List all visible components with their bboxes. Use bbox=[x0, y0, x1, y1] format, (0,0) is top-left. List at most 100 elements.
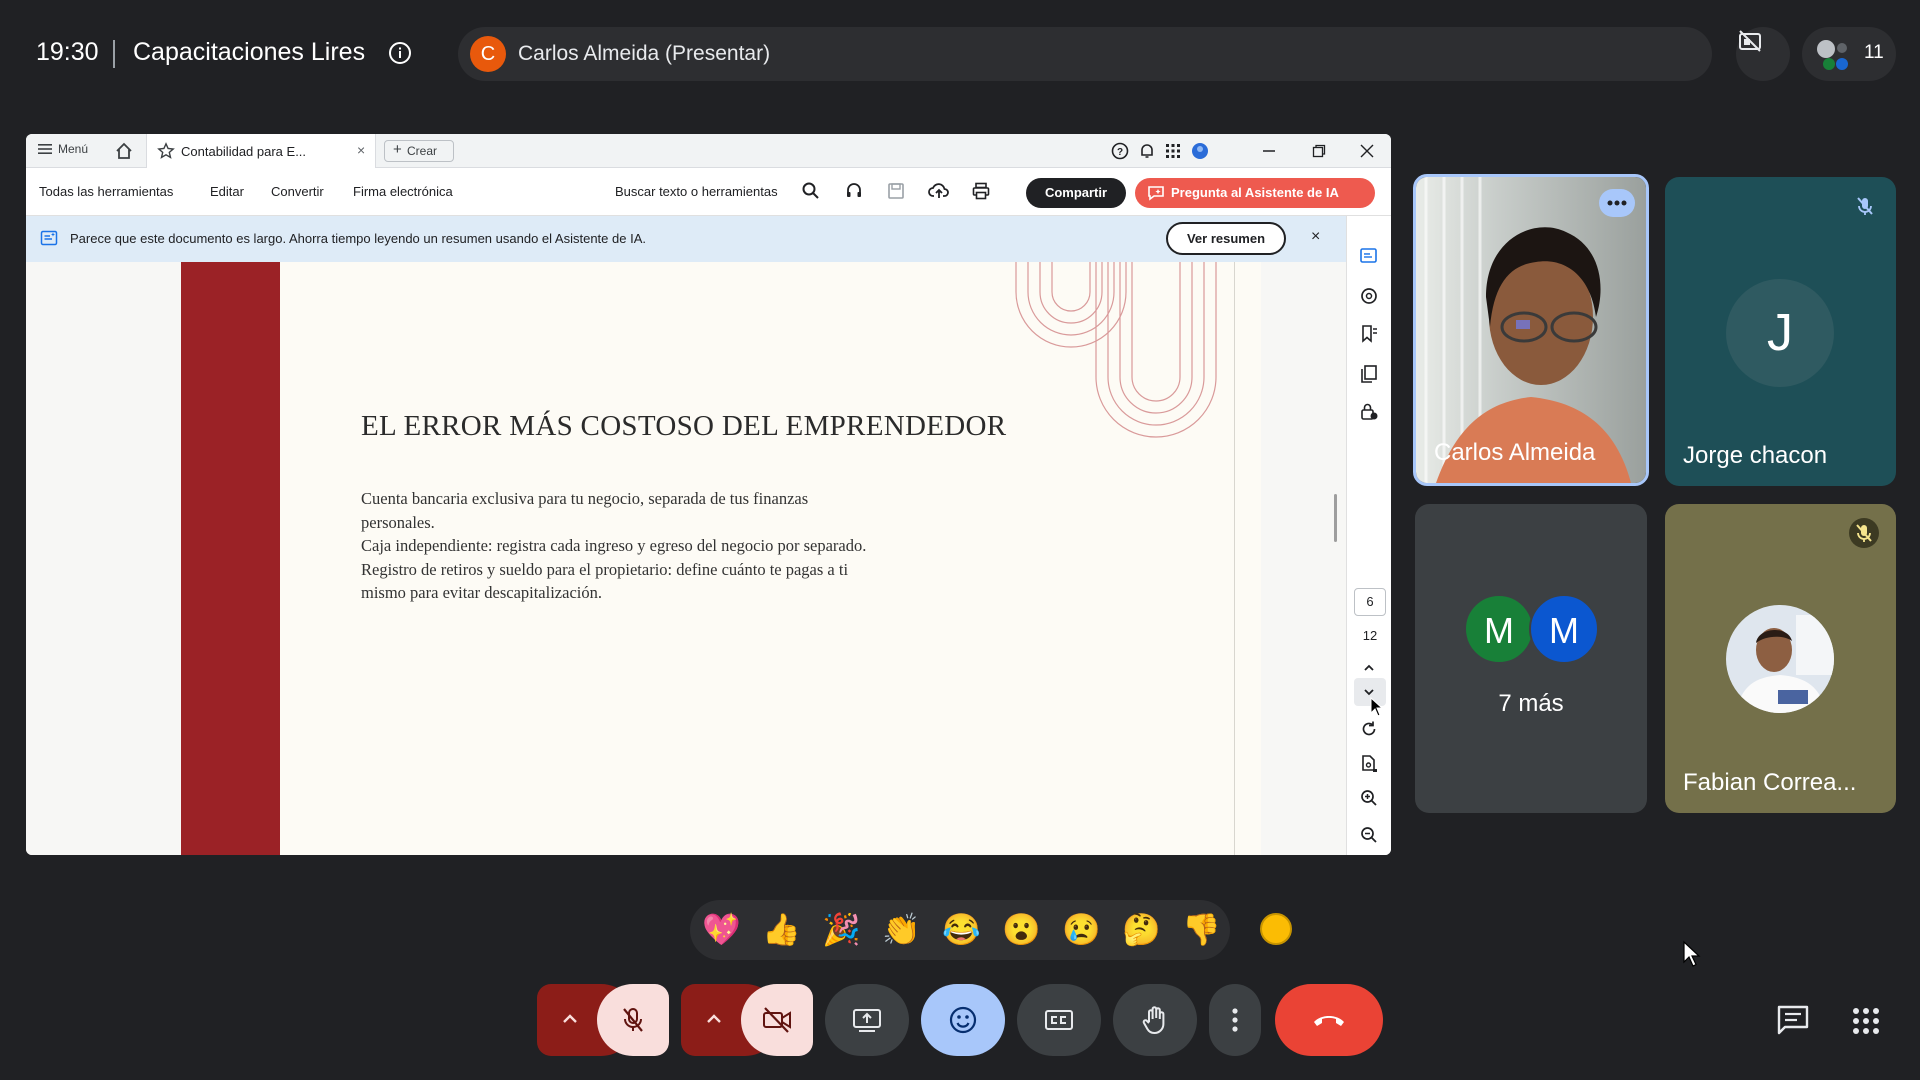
shared-screen: Menú Contabilidad para E... × Crear ? bbox=[26, 134, 1391, 855]
apps-grid-icon[interactable] bbox=[1162, 140, 1184, 162]
ai-summary-icon[interactable] bbox=[1359, 246, 1381, 268]
zoom-in-icon[interactable] bbox=[1359, 788, 1381, 810]
comment-icon[interactable] bbox=[1359, 286, 1381, 308]
participant-name: Fabian Correa... bbox=[1683, 769, 1857, 796]
document-tab[interactable]: Contabilidad para E... × bbox=[146, 134, 376, 168]
upload-cloud-icon[interactable] bbox=[928, 181, 950, 203]
bell-icon[interactable] bbox=[1136, 140, 1158, 162]
chevron-up-icon[interactable] bbox=[1359, 658, 1381, 680]
presenter-avatar: C bbox=[470, 36, 506, 72]
body-line: Cuenta bancaria exclusiva para tu negoci… bbox=[361, 489, 809, 508]
window-close-icon[interactable] bbox=[1356, 140, 1378, 162]
page-tools-icon[interactable] bbox=[1359, 754, 1381, 776]
reaction-heart[interactable]: 💖 bbox=[702, 912, 741, 948]
banner-close-icon[interactable]: × bbox=[1311, 228, 1320, 246]
leave-call-button[interactable] bbox=[1275, 984, 1383, 1056]
chat-button[interactable] bbox=[1776, 1004, 1810, 1036]
hide-self-view-button[interactable] bbox=[1736, 27, 1790, 81]
reaction-clap[interactable]: 👏 bbox=[882, 912, 921, 948]
esign-link[interactable]: Firma electrónica bbox=[353, 184, 453, 199]
pages-icon[interactable] bbox=[1359, 364, 1381, 386]
minimize-icon[interactable] bbox=[1258, 140, 1280, 162]
more-options-button[interactable] bbox=[1209, 984, 1261, 1056]
protect-icon[interactable] bbox=[1359, 402, 1381, 424]
zoom-out-icon[interactable] bbox=[1359, 825, 1381, 847]
reactions-bar: 💖 👍 🎉 👏 😂 😮 😢 🤔 👎 bbox=[690, 900, 1230, 960]
tab-close-icon[interactable]: × bbox=[357, 142, 365, 158]
reaction-surprised[interactable]: 😮 bbox=[1002, 912, 1041, 948]
reaction-cry[interactable]: 😢 bbox=[1062, 912, 1101, 948]
mic-off-icon bbox=[623, 1008, 643, 1032]
participants-button[interactable]: 11 bbox=[1802, 27, 1896, 81]
hang-up-icon bbox=[1314, 1016, 1344, 1026]
share-button[interactable]: Compartir bbox=[1026, 178, 1126, 208]
ai-assistant-button[interactable]: Pregunta al Asistente de IA bbox=[1135, 178, 1375, 208]
menu-button[interactable]: Menú bbox=[38, 142, 88, 156]
participant-avatars-icon bbox=[1817, 40, 1848, 70]
participant-tile-jorge[interactable]: J Jorge chacon bbox=[1665, 177, 1896, 486]
document-heading: EL ERROR MÁS COSTOSO DEL EMPRENDEDOR bbox=[361, 410, 1007, 442]
document-body: Cuenta bancaria exclusiva para tu negoci… bbox=[361, 487, 971, 605]
home-icon[interactable] bbox=[114, 141, 134, 161]
hamburger-icon bbox=[38, 144, 52, 154]
captions-button[interactable] bbox=[1017, 984, 1101, 1056]
save-icon[interactable] bbox=[886, 181, 908, 203]
create-button[interactable]: Crear bbox=[384, 140, 454, 162]
all-tools-link[interactable]: Todas las herramientas bbox=[39, 184, 173, 199]
present-screen-button[interactable] bbox=[825, 984, 909, 1056]
profile-icon[interactable] bbox=[1189, 140, 1211, 162]
print-icon[interactable] bbox=[971, 181, 993, 203]
convert-link[interactable]: Convertir bbox=[271, 184, 324, 199]
hand-icon bbox=[1142, 1006, 1165, 1035]
browser-tabbar: Menú Contabilidad para E... × Crear ? bbox=[26, 134, 1391, 168]
summary-banner: Parece que este documento es largo. Ahor… bbox=[26, 216, 1346, 262]
tile-more-options-button[interactable] bbox=[1599, 189, 1635, 217]
reaction-thumbs-up[interactable]: 👍 bbox=[762, 912, 801, 948]
meeting-title: Capacitaciones Lires bbox=[133, 38, 366, 66]
scrollbar-thumb[interactable] bbox=[1334, 494, 1337, 542]
presenter-label: Carlos Almeida (Presentar) bbox=[518, 42, 771, 65]
read-aloud-icon[interactable] bbox=[844, 181, 866, 203]
reaction-thumbs-down[interactable]: 👎 bbox=[1182, 912, 1221, 948]
tile-off-icon bbox=[1739, 30, 1761, 52]
participant-name: Jorge chacon bbox=[1683, 442, 1828, 469]
reaction-laugh[interactable]: 😂 bbox=[942, 912, 981, 948]
divider bbox=[113, 40, 115, 68]
edit-link[interactable]: Editar bbox=[210, 184, 244, 199]
body-line: mismo para evitar descapitalización. bbox=[361, 583, 602, 602]
restore-icon[interactable] bbox=[1308, 140, 1330, 162]
mic-off-icon bbox=[1850, 191, 1880, 221]
raise-hand-button[interactable] bbox=[1113, 984, 1197, 1056]
info-icon[interactable] bbox=[388, 41, 412, 65]
more-participants-tile[interactable]: M M 7 más bbox=[1415, 504, 1647, 813]
reaction-thinking[interactable]: 🤔 bbox=[1122, 912, 1161, 948]
participant-avatar-photo bbox=[1726, 605, 1834, 713]
skin-tone-button[interactable] bbox=[1260, 913, 1292, 945]
video-feed bbox=[1416, 177, 1646, 483]
search-icon[interactable] bbox=[801, 181, 823, 203]
menu-label: Menú bbox=[58, 142, 89, 156]
decorative-arcs bbox=[1015, 262, 1217, 438]
view-summary-button[interactable]: Ver resumen bbox=[1166, 222, 1286, 255]
more-horizontal-icon bbox=[1607, 200, 1627, 206]
present-icon bbox=[853, 1009, 881, 1032]
chevron-up-icon bbox=[707, 1014, 721, 1023]
more-participants-label: 7 más bbox=[1498, 690, 1564, 717]
reaction-party[interactable]: 🎉 bbox=[822, 912, 861, 948]
mic-toggle-button[interactable] bbox=[597, 984, 669, 1056]
camera-toggle-button[interactable] bbox=[741, 984, 813, 1056]
presenter-bar[interactable]: C Carlos Almeida (Presentar) bbox=[458, 27, 1712, 81]
meeting-time: 19:30 bbox=[36, 38, 99, 66]
participant-tile-carlos[interactable]: Carlos Almeida bbox=[1413, 174, 1649, 486]
acrobat-toolbar: Todas las herramientas Editar Convertir … bbox=[26, 168, 1391, 216]
search-tools-label[interactable]: Buscar texto o herramientas bbox=[615, 184, 778, 199]
activities-button[interactable] bbox=[1851, 1006, 1881, 1036]
reactions-button[interactable] bbox=[921, 984, 1005, 1056]
help-icon[interactable]: ? bbox=[1109, 140, 1131, 162]
current-page-input[interactable]: 6 bbox=[1354, 588, 1386, 616]
participant-tile-fabian[interactable]: Fabian Correa... bbox=[1665, 504, 1896, 813]
participant-count: 11 bbox=[1864, 42, 1884, 63]
document-viewport[interactable]: EL ERROR MÁS COSTOSO DEL EMPRENDEDOR Cue… bbox=[26, 262, 1346, 855]
bookmark-icon[interactable] bbox=[1359, 324, 1381, 346]
rotate-icon[interactable] bbox=[1359, 719, 1381, 741]
